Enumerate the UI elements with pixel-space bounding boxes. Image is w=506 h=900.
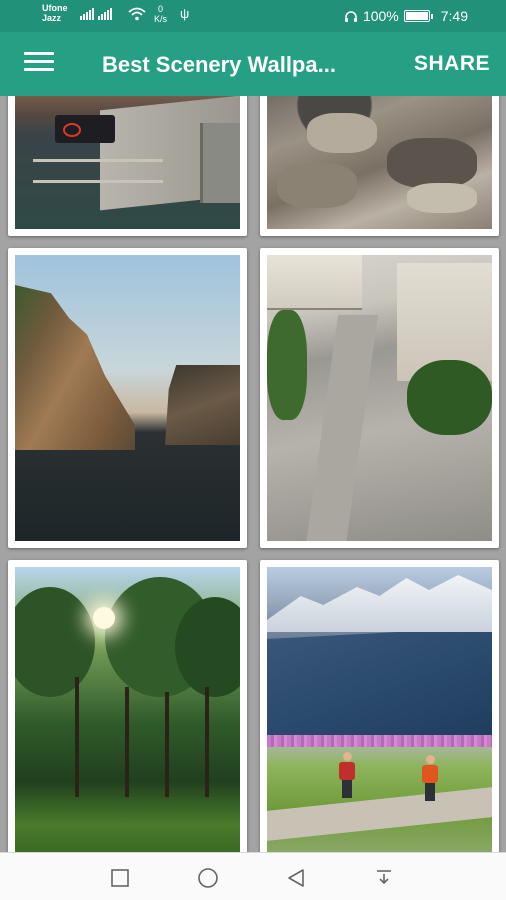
wallpaper-image [267, 255, 492, 541]
status-right: 100% 7:49 [344, 8, 468, 24]
signal-icon [80, 8, 112, 20]
wallpaper-grid [0, 96, 506, 852]
wifi-icon [128, 7, 146, 21]
carrier-2: Jazz [42, 13, 62, 23]
carrier-label: Ufone Jazz [42, 3, 68, 23]
back-icon[interactable] [285, 867, 307, 889]
share-button[interactable]: SHARE [414, 52, 490, 76]
status-bar: Ufone Jazz 0 K/s ψ 100% 7:49 [0, 0, 506, 32]
app-bar: Best Scenery Wallpa... SHARE [0, 32, 506, 96]
wallpaper-card-canal[interactable] [8, 96, 247, 236]
wallpaper-image [267, 567, 492, 852]
carrier-1: Ufone [42, 3, 68, 13]
wallpaper-image [15, 255, 240, 541]
usb-icon: ψ [180, 6, 190, 21]
wallpaper-image [15, 96, 240, 229]
notification-pull-icon[interactable] [373, 867, 395, 889]
net-speed: 0 K/s [154, 4, 168, 24]
clock: 7:49 [440, 8, 468, 24]
navigation-bar [0, 852, 506, 900]
wallpaper-card-trees[interactable] [8, 560, 247, 852]
recent-apps-icon[interactable] [109, 867, 131, 889]
wallpaper-card-rocks[interactable] [260, 96, 499, 236]
battery-percent: 100% [362, 8, 399, 24]
battery-fill [405, 12, 428, 20]
home-icon[interactable] [197, 867, 219, 889]
wallpaper-card-city[interactable] [260, 248, 499, 548]
wallpaper-card-cliffs[interactable] [8, 248, 247, 548]
wallpaper-image [15, 567, 240, 852]
headphone-icon [344, 10, 357, 22]
hamburger-menu-icon[interactable] [24, 52, 54, 76]
wallpaper-card-mountains[interactable] [260, 560, 499, 852]
wallpaper-image [267, 96, 492, 229]
app-title: Best Scenery Wallpa... [102, 52, 336, 77]
battery-icon [403, 10, 433, 22]
